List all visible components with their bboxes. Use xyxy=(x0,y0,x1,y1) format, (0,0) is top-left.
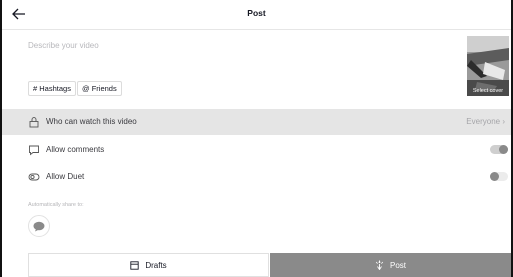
message-bubble-icon xyxy=(33,221,45,231)
select-cover-button[interactable]: Select cover xyxy=(467,36,509,96)
drafts-button[interactable]: Drafts xyxy=(28,253,269,277)
post-label: Post xyxy=(389,260,406,270)
chevron-right-icon: › xyxy=(502,117,505,126)
allow-duet-label: Allow Duet xyxy=(46,172,85,181)
allow-duet-row: Allow Duet xyxy=(2,164,511,190)
select-cover-label: Select cover xyxy=(472,88,504,94)
allow-comments-label: Allow comments xyxy=(46,145,105,154)
sparkle-icon xyxy=(375,260,384,270)
who-can-watch-row[interactable]: Who can watch this video Everyone › xyxy=(2,109,511,135)
caption-input[interactable] xyxy=(28,38,448,52)
who-can-watch-label: Who can watch this video xyxy=(46,117,137,126)
comment-icon xyxy=(29,145,39,156)
page-title: Post xyxy=(247,8,266,18)
toggle-knob xyxy=(490,172,499,181)
post-button[interactable]: Post xyxy=(270,253,511,277)
share-message-button[interactable] xyxy=(28,215,50,237)
drafts-label: Drafts xyxy=(145,260,167,270)
drafts-icon xyxy=(130,260,139,270)
duet-icon xyxy=(28,173,40,181)
cover-thumbnail xyxy=(467,36,509,96)
lock-icon xyxy=(29,117,39,128)
allow-duet-toggle[interactable] xyxy=(490,172,508,181)
header-bar: Post xyxy=(2,0,511,30)
toggle-knob xyxy=(499,145,508,154)
hashtags-button[interactable]: # Hashtags xyxy=(28,81,76,96)
allow-comments-row: Allow comments xyxy=(2,137,511,163)
privacy-value: Everyone xyxy=(466,117,501,126)
friends-button[interactable]: @ Friends xyxy=(77,81,122,96)
who-can-watch-value: Everyone › xyxy=(466,117,505,126)
auto-share-label: Automatically share to: xyxy=(28,202,84,208)
allow-comments-toggle[interactable] xyxy=(490,145,508,154)
